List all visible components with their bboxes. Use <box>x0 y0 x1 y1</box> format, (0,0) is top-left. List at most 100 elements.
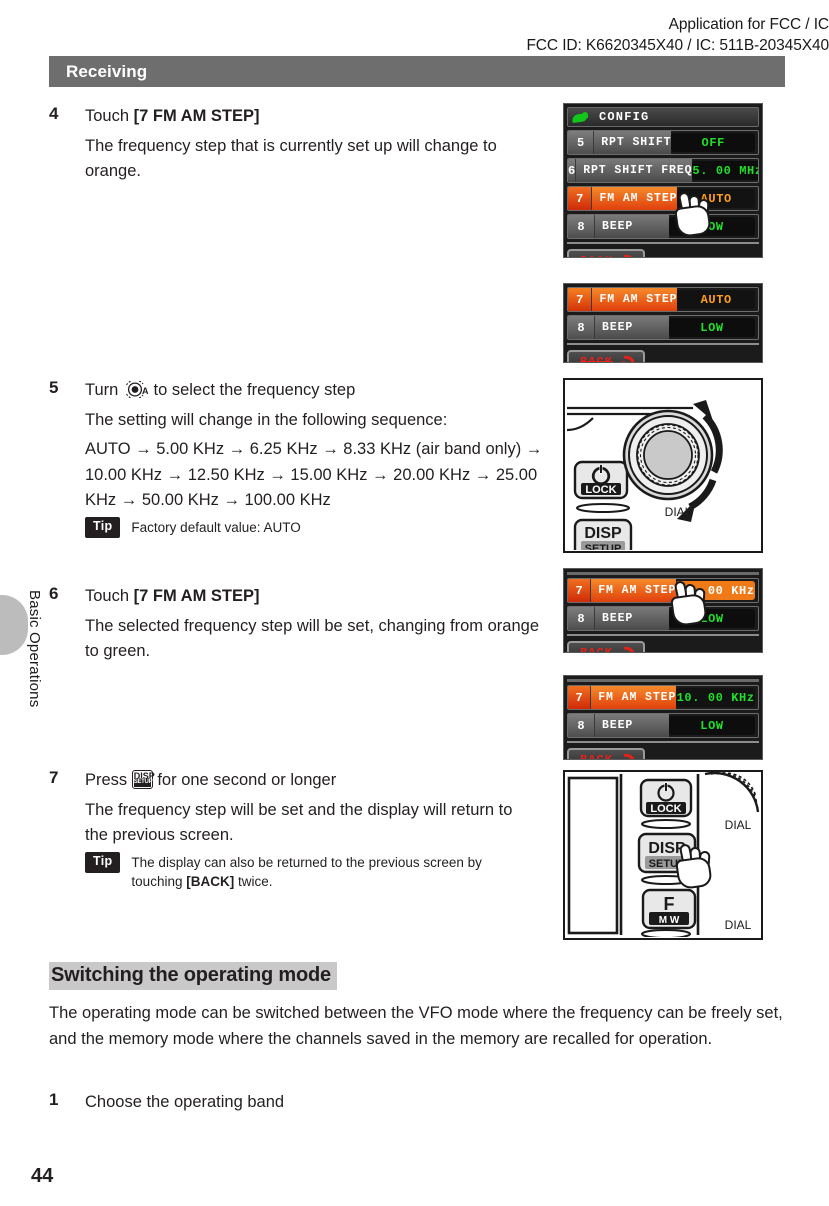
menu-row-beep[interactable]: 8 BEEP LOW <box>567 606 759 631</box>
screen-config-menu: CONFIG 5 RPT SHIFT OFF 6 RPT SHIFT FREQ … <box>563 103 763 258</box>
step-5-heading-suffix: to select the frequency step <box>148 381 356 399</box>
step-7: 7 Press DISP SETUP for one second or long… <box>49 768 524 891</box>
menu-row-beep[interactable]: 8 BEEP LOW <box>567 315 759 340</box>
svg-text:SETUP: SETUP <box>649 858 686 870</box>
step-7-number: 7 <box>49 768 59 787</box>
divider <box>567 741 759 743</box>
step-6-text: The selected frequency step will be set,… <box>85 616 540 661</box>
row-index: 7 <box>568 187 593 210</box>
menu-row-fm-am-step[interactable]: 7 FM AM STEP 10. 00 KHz <box>567 685 759 710</box>
back-arrow-icon <box>616 753 632 759</box>
step-7-text: The frequency step will be set and the d… <box>85 800 513 845</box>
menu-row-beep[interactable]: 8 BEEP LOW <box>567 713 759 738</box>
step-4-heading-prefix: Touch <box>85 107 134 125</box>
divider <box>567 242 759 244</box>
page-number: 44 <box>31 1165 54 1187</box>
svg-text:DISP: DISP <box>584 525 622 542</box>
tip-badge: Tip <box>85 851 121 873</box>
row-index: 7 <box>568 579 592 602</box>
step-5-heading-prefix: Turn <box>85 381 123 399</box>
menu-row-rpt-shift-freq[interactable]: 6 RPT SHIFT FREQ 5. 00 MHz <box>567 158 759 183</box>
screen-title: CONFIG <box>599 110 650 124</box>
subsection-step-1: 1 Choose the operating band <box>49 1090 549 1115</box>
step-5-text-line-2: AUTO → 5.00 KHz → 6.25 KHz → 8.33 KHz (a… <box>85 440 543 510</box>
menu-row-fm-am-step[interactable]: 7 FM AM STEP AUTO <box>567 186 759 211</box>
screen-fm-am-step-auto: 7 FM AM STEP AUTO 8 BEEP LOW BACK <box>563 283 763 363</box>
row-label: RPT SHIFT FREQ <box>576 159 693 182</box>
step-6-number: 6 <box>49 584 59 603</box>
menu-row-fm-am-step[interactable]: 7 FM AM STEP AUTO <box>567 287 759 312</box>
back-button[interactable]: BACK <box>567 641 645 653</box>
row-label: FM AM STEP <box>592 288 678 311</box>
back-button-label: BACK <box>580 646 613 653</box>
row-value: OFF <box>671 133 755 152</box>
step-4-text: The frequency step that is currently set… <box>85 136 497 181</box>
step-7-heading-prefix: Press <box>85 771 132 789</box>
row-index: 8 <box>568 215 595 238</box>
fcc-header-line-1: Application for FCC / IC <box>668 16 829 33</box>
row-value: 10. 00 KHz <box>676 581 755 600</box>
svg-text:A: A <box>142 386 149 396</box>
back-bar: BACK <box>567 747 759 760</box>
dial-icon: A <box>123 379 149 400</box>
step-7-tip-text-a: The display can also be returned to the … <box>131 854 482 890</box>
back-arrow-icon <box>616 355 632 362</box>
dial-label-top: DIAL <box>725 818 752 832</box>
row-label: FM AM STEP <box>591 686 677 709</box>
divider <box>567 343 759 345</box>
subsection-step-1-text: Choose the operating band <box>85 1093 285 1111</box>
subsection-paragraph: The operating mode can be switched betwe… <box>49 1004 783 1049</box>
leaf-icon <box>572 111 589 123</box>
back-button[interactable]: BACK <box>567 748 645 760</box>
row-index: 5 <box>568 131 595 154</box>
divider <box>567 634 759 636</box>
divider <box>567 572 759 575</box>
svg-text:LOCK: LOCK <box>650 803 681 815</box>
back-bar: BACK <box>567 248 759 257</box>
step-4: 4 Touch [7 FM AM STEP] The frequency ste… <box>49 104 554 185</box>
row-label: FM AM STEP <box>591 579 677 602</box>
row-label: BEEP <box>595 607 669 630</box>
row-label: FM AM STEP <box>592 187 678 210</box>
back-button[interactable]: BACK <box>567 249 645 257</box>
section-header-bar: Receiving <box>49 56 785 87</box>
step-7-heading-suffix: for one second or longer <box>152 771 337 789</box>
illustration-keys-panel: LOCK DISP SETUP F M W DIAL DIAL <box>563 770 763 940</box>
back-arrow-icon <box>616 646 632 652</box>
row-value: LOW <box>669 318 755 337</box>
back-button-label: BACK <box>580 753 613 760</box>
step-4-heading: Touch [7 FM AM STEP] <box>85 104 554 129</box>
divider <box>567 679 759 682</box>
step-5-text-line-1: The setting will change in the following… <box>85 410 448 429</box>
back-bar: BACK <box>567 640 759 653</box>
row-value: AUTO <box>677 290 755 309</box>
subsection-heading: Switching the operating mode <box>49 962 337 990</box>
back-button[interactable]: BACK <box>567 350 645 363</box>
step-7-heading: Press DISP SETUP for one second or longer <box>85 768 524 793</box>
row-index: 7 <box>568 288 593 311</box>
row-label: RPT SHIFT <box>594 131 672 154</box>
row-value: 5. 00 MHz <box>692 161 758 180</box>
menu-row-rpt-shift[interactable]: 5 RPT SHIFT OFF <box>567 130 759 155</box>
step-5: 5 Turn A to select the frequency step Th… <box>49 378 554 538</box>
back-button-label: BACK <box>580 355 613 363</box>
menu-row-fm-am-step[interactable]: 7 FM AM STEP 10. 00 KHz <box>567 578 759 603</box>
row-label: BEEP <box>595 215 669 238</box>
fcc-header-line-2: FCC ID: K6620345X40 / IC: 511B-20345X40 <box>526 37 829 55</box>
menu-row-beep[interactable]: 8 BEEP LOW <box>567 214 759 239</box>
disp-setup-icon: DISP SETUP <box>131 770 155 789</box>
screen-title-bar: CONFIG <box>567 107 759 127</box>
row-index: 6 <box>568 159 577 182</box>
step-7-tip-text-b: twice. <box>234 874 273 890</box>
dial-label: DIAL <box>665 505 692 519</box>
dial-knob-drawing: LOCK DISP SETUP DIAL <box>566 400 723 550</box>
row-index: 7 <box>568 686 592 709</box>
step-6-heading: Touch [7 FM AM STEP] <box>85 584 554 609</box>
svg-text:LOCK: LOCK <box>585 484 616 496</box>
screen-fm-am-step-10khz-touch: 7 FM AM STEP 10. 00 KHz 8 BEEP LOW BACK <box>563 568 763 653</box>
illustration-dial-knob: LOCK DISP SETUP DIAL <box>563 378 763 553</box>
row-index: 8 <box>568 316 595 339</box>
step-6-heading-bold: [7 FM AM STEP] <box>133 587 260 605</box>
svg-text:M W: M W <box>659 915 680 926</box>
step-5-heading: Turn A to select the frequency step <box>85 378 554 403</box>
